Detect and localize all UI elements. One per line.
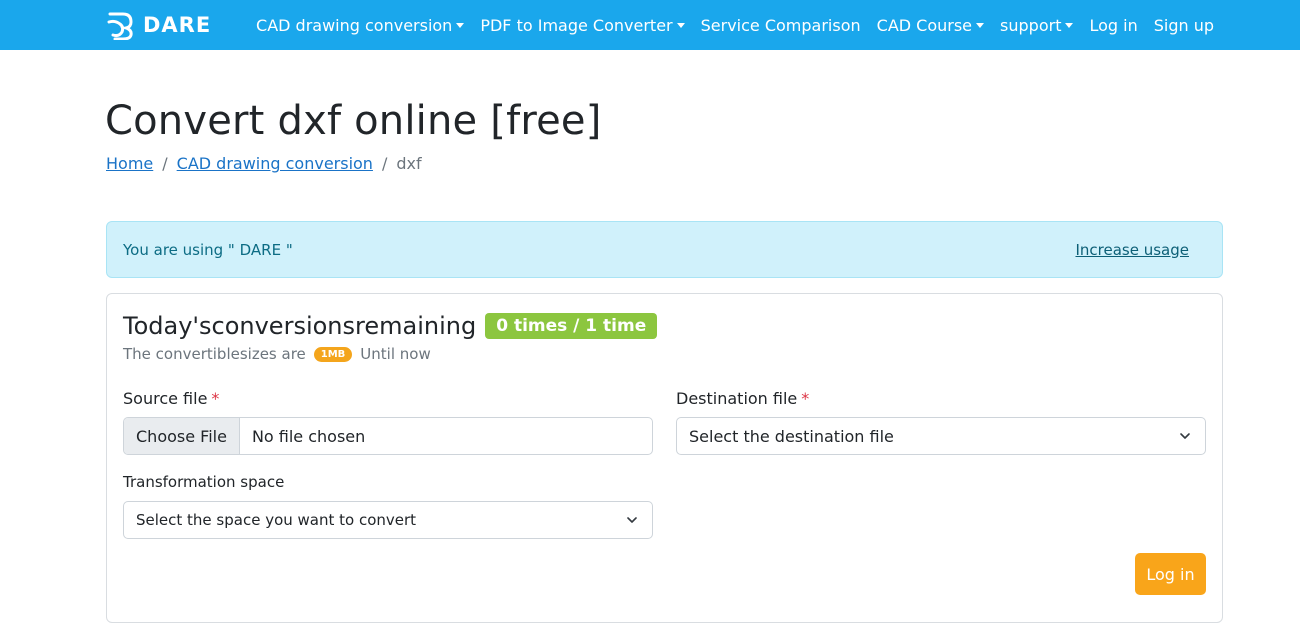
transformation-space-select[interactable]: Select the space you want to convert (123, 501, 653, 539)
nav-log-in[interactable]: Log in (1089, 16, 1137, 35)
nav-cad-course[interactable]: CAD Course (876, 15, 985, 35)
login-button[interactable]: Log in (1135, 553, 1206, 595)
nav-sign-up[interactable]: Sign up (1154, 16, 1214, 35)
choose-file-button[interactable]: Choose File (124, 418, 240, 454)
usage-alert: You are using " DARE " Increase usage (106, 221, 1223, 278)
top-navbar: DARE CAD drawing conversion PDF to Image… (0, 0, 1300, 50)
nav-item-label: Service Comparison (700, 15, 861, 35)
breadcrumb-separator: / (381, 154, 388, 173)
size-limit-badge: 1MB (313, 346, 353, 362)
breadcrumb-home-link[interactable]: Home (106, 154, 153, 173)
destination-file-select[interactable]: Select the destination file (676, 417, 1206, 455)
caret-down-icon (976, 23, 985, 28)
source-file-label-text: Source file (123, 389, 208, 408)
nav-item-label: support (1000, 15, 1062, 35)
dare-logo-icon (107, 12, 133, 40)
transformation-space-label: Transformation space (123, 473, 285, 491)
required-mark: * (211, 389, 220, 408)
nav-cad-drawing-conversion[interactable]: CAD drawing conversion (256, 15, 465, 35)
usage-alert-message: You are using " DARE " (123, 240, 293, 259)
destination-select-value: Select the destination file (689, 426, 894, 446)
size-limit-prefix: The convertiblesizes are (123, 345, 306, 363)
nav-item-label: Sign up (1153, 15, 1214, 35)
brand-name: DARE (143, 13, 212, 37)
nav-pdf-to-image[interactable]: PDF to Image Converter (480, 15, 685, 35)
remaining-count-badge: 0 times / 1 time (485, 313, 658, 339)
increase-usage-link[interactable]: Increase usage (1075, 241, 1189, 259)
page-title: Convert dxf online [free] (105, 98, 602, 144)
nav-service-comparison[interactable]: Service Comparison (701, 16, 861, 35)
destination-file-label-text: Destination file (676, 389, 798, 408)
nav-support[interactable]: support (1000, 15, 1074, 35)
nav-item-label: CAD drawing conversion (256, 15, 453, 35)
source-file-input[interactable]: Choose File No file chosen (123, 417, 653, 455)
required-mark: * (801, 389, 810, 408)
chevron-down-icon (627, 517, 637, 523)
caret-down-icon (676, 23, 685, 28)
breadcrumb-separator: / (162, 154, 168, 173)
brand-logo-link[interactable]: DARE (105, 8, 211, 42)
no-file-chosen-text: No file chosen (251, 426, 366, 446)
caret-down-icon (456, 23, 465, 28)
size-limit-suffix: Until now (360, 345, 431, 363)
space-select-value: Select the space you want to convert (136, 511, 417, 529)
card-header: Today'sconversionsremaining 0 times / 1 … (123, 312, 658, 340)
nav-item-label: PDF to Image Converter (480, 15, 673, 35)
chevron-down-icon (1180, 433, 1190, 439)
nav-item-label: Log in (1089, 15, 1138, 35)
nav-links: CAD drawing conversion PDF to Image Conv… (256, 0, 1214, 50)
breadcrumb-cad-conversion-link[interactable]: CAD drawing conversion (177, 154, 373, 173)
source-file-label: Source file * (123, 389, 219, 408)
conversion-card: Today'sconversionsremaining 0 times / 1 … (106, 293, 1223, 623)
destination-file-label: Destination file * (676, 389, 809, 408)
breadcrumb-current: dxf (396, 154, 422, 173)
breadcrumb: Home / CAD drawing conversion / dxf (106, 154, 422, 173)
size-limit-info: The convertiblesizes are 1MB Until now (123, 345, 431, 363)
conversions-remaining-heading: Today'sconversionsremaining (123, 312, 477, 340)
caret-down-icon (1065, 23, 1074, 28)
nav-item-label: CAD Course (876, 15, 973, 35)
